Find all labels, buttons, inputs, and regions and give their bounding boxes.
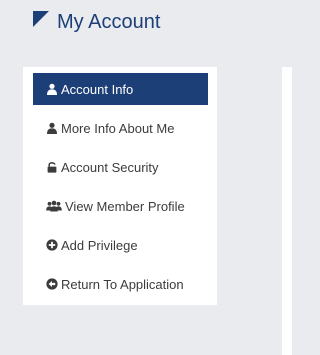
- menu-item-more-info-about-me[interactable]: More Info About Me: [33, 112, 208, 144]
- account-menu: Account Info More Info About Me Account …: [33, 73, 208, 307]
- menu-item-label: Return To Application: [61, 276, 184, 292]
- user-icon: [46, 122, 58, 134]
- menu-item-add-privilege[interactable]: Add Privilege: [33, 229, 208, 261]
- arrow-circle-left-icon: [46, 278, 58, 290]
- main-content-area: [282, 67, 292, 355]
- page-header: My Account: [33, 9, 160, 35]
- page-title: My Account: [57, 11, 161, 33]
- plus-circle-icon: [46, 239, 58, 251]
- triangle-corner-icon: [33, 11, 49, 27]
- menu-item-label: Add Privilege: [61, 237, 138, 253]
- menu-item-return-to-application[interactable]: Return To Application: [33, 268, 208, 300]
- menu-item-account-info[interactable]: Account Info: [33, 73, 208, 105]
- user-icon: [46, 83, 58, 95]
- account-sidebar: Account Info More Info About Me Account …: [23, 67, 217, 305]
- users-icon: [46, 200, 62, 212]
- menu-item-view-member-profile[interactable]: View Member Profile: [33, 190, 208, 222]
- menu-item-account-security[interactable]: Account Security: [33, 151, 208, 183]
- unlock-icon: [46, 161, 58, 173]
- menu-item-label: View Member Profile: [65, 198, 185, 214]
- menu-item-label: More Info About Me: [61, 120, 175, 136]
- menu-item-label: Account Security: [61, 159, 159, 175]
- menu-item-label: Account Info: [61, 81, 134, 97]
